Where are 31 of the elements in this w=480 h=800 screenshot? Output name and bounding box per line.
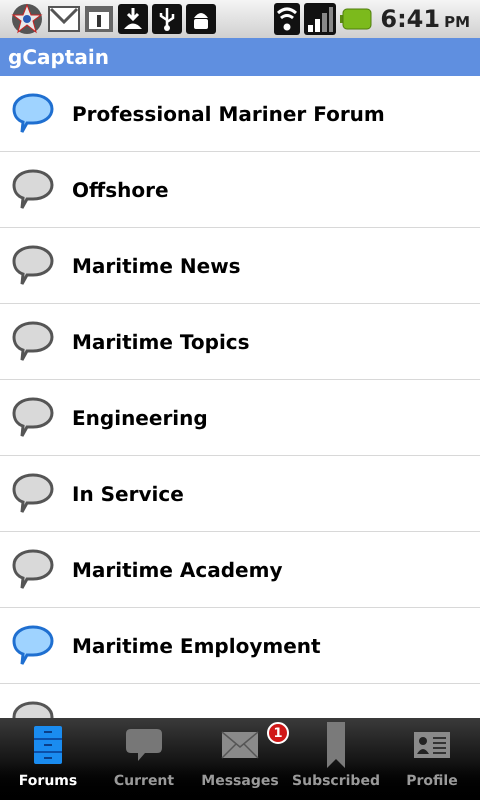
- battery-icon: [340, 8, 372, 30]
- tab-button[interactable]: Forums: [0, 718, 96, 800]
- usb-icon: [152, 4, 182, 34]
- tab-button[interactable]: Profile: [384, 718, 480, 800]
- mail-icon: [48, 6, 80, 32]
- robot-icon: [186, 4, 216, 34]
- clock-time: 6:41: [380, 4, 440, 35]
- signal-icon: [304, 3, 336, 35]
- id-card-icon: [413, 731, 451, 759]
- forum-title: Maritime News: [72, 252, 241, 280]
- tab-button[interactable]: Subscribed: [288, 718, 384, 800]
- envelope-icon: [221, 731, 259, 759]
- unread-count-badge: 1: [267, 722, 289, 744]
- wifi-icon: [274, 3, 300, 35]
- bookmark-icon: [326, 721, 346, 769]
- forum-title: Maritime Academy: [72, 556, 282, 584]
- forum-title: Offshore: [72, 176, 169, 204]
- forum-title: In Service: [72, 480, 184, 508]
- clock-meridiem: PM: [444, 12, 470, 33]
- forum-title: Professional Mariner Forum: [72, 100, 385, 128]
- forum-title: Engineering: [72, 404, 208, 432]
- star-badge-icon: [10, 2, 44, 36]
- download-icon: [118, 4, 148, 34]
- drawer-cabinet-icon: [33, 725, 63, 765]
- forum-title: Maritime Employment: [72, 632, 321, 660]
- tab-button[interactable]: Current: [96, 718, 192, 800]
- forum-title: Maritime Topics: [72, 328, 250, 356]
- speech-bubble-icon: [125, 728, 163, 762]
- calendar-icon: [84, 5, 114, 33]
- app-title: gCaptain: [8, 44, 109, 71]
- tab-button[interactable]: 1 Messages: [192, 718, 288, 800]
